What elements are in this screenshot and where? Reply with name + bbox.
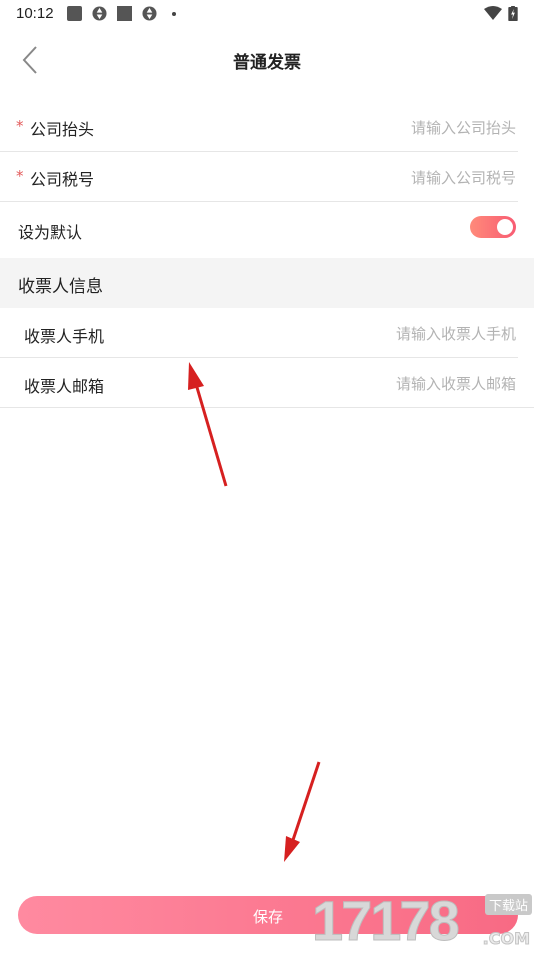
watermark-digits: 17178: [312, 889, 461, 953]
site-watermark: 17178 .COM 下载站: [312, 888, 534, 953]
watermark-suffix: .COM: [482, 929, 530, 949]
annotation-arrow-up-icon: [188, 362, 228, 487]
annotation-arrow-down-icon: [284, 761, 321, 862]
watermark-tag: 下载站: [484, 894, 532, 915]
annotation-arrows: [188, 362, 321, 862]
